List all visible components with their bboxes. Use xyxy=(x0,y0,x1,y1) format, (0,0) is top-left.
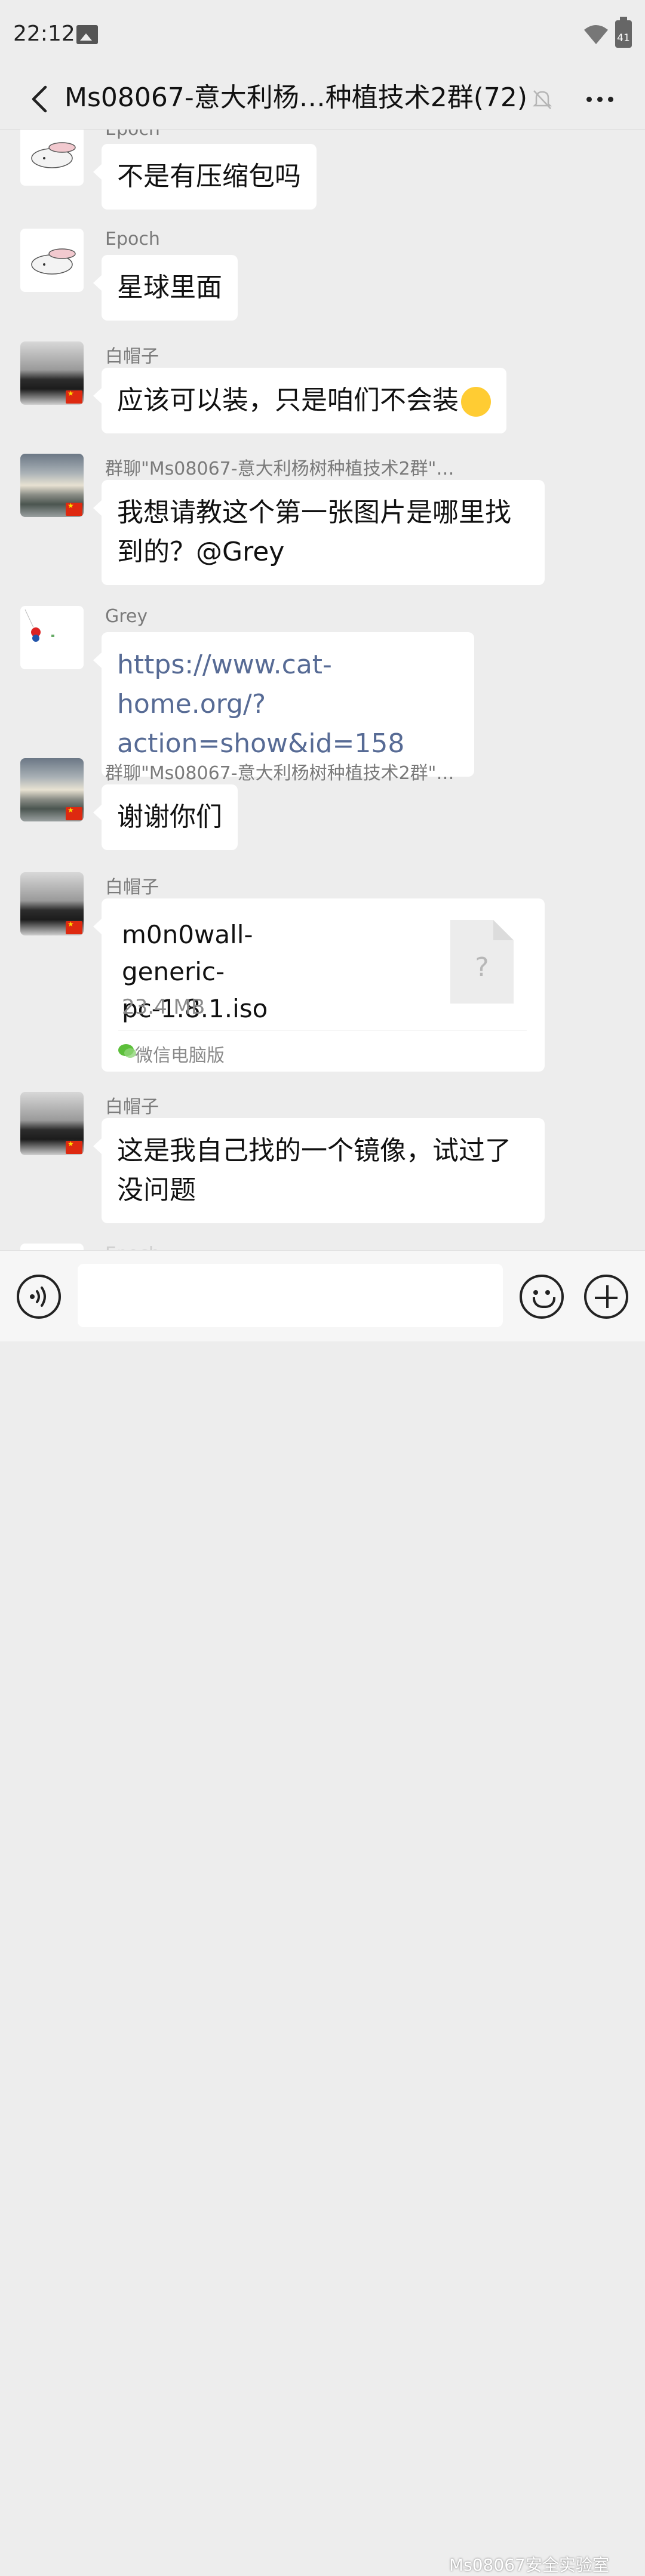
laughing-tears-emoji-icon xyxy=(461,387,491,417)
status-bar: 22:12 41 xyxy=(0,0,645,69)
sender-name: Epoch xyxy=(105,1244,160,1250)
input-bar: Ms08067安全实验室 xyxy=(0,1250,645,2575)
unknown-file-icon: ? xyxy=(450,920,514,1004)
message-text-line: 没问题 xyxy=(117,1175,196,1205)
avatar[interactable] xyxy=(20,606,84,669)
sender-name: Grey xyxy=(105,606,148,627)
message-input[interactable] xyxy=(78,1264,503,1327)
more-icon[interactable] xyxy=(582,85,618,113)
file-source: 微信电脑版 xyxy=(135,1045,225,1066)
chat-header: Ms08067-意大利杨…种植技术2群(72) xyxy=(0,69,645,130)
sender-name: Epoch xyxy=(105,229,160,250)
message-bubble[interactable]: 不是有压缩包吗 xyxy=(93,144,317,210)
status-time: 22:12 xyxy=(13,21,75,46)
battery-icon: 41 xyxy=(615,17,632,48)
avatar[interactable] xyxy=(20,1092,84,1155)
file-card[interactable]: m0n0wall-generic- pc-1.8.1.iso 23.4 MB ?… xyxy=(93,898,545,1072)
avatar[interactable] xyxy=(20,341,84,405)
message-bubble[interactable]: 我想请教这个第一张图片是哪里找 到的？@Grey xyxy=(93,480,545,585)
back-icon[interactable] xyxy=(24,82,57,116)
flag-icon xyxy=(66,501,82,516)
message-text-line: 到的？@Grey xyxy=(117,537,285,567)
avatar[interactable] xyxy=(20,872,84,935)
avatar[interactable] xyxy=(20,1244,84,1250)
message-text: 应该可以装，只是咱们不会装 xyxy=(117,385,459,416)
emoji-icon[interactable] xyxy=(520,1275,564,1319)
wechat-icon xyxy=(118,1044,136,1058)
image-notification-icon xyxy=(76,25,98,44)
avatar[interactable] xyxy=(20,130,84,186)
message-bubble[interactable]: 这是我自己找的一个镜像，试过了 没问题 xyxy=(93,1118,545,1223)
flag-icon xyxy=(66,1140,82,1154)
sender-name: 白帽子 xyxy=(105,346,159,367)
plus-icon[interactable] xyxy=(584,1275,628,1319)
message-text-line: 这是我自己找的一个镜像，试过了 xyxy=(117,1135,511,1166)
sender-name: 群聊"Ms08067-意大利杨树种植技术2群"… xyxy=(105,763,454,784)
voice-icon[interactable] xyxy=(17,1275,61,1319)
sender-name: 白帽子 xyxy=(105,1097,159,1118)
sender-name: Epoch xyxy=(105,130,160,140)
file-name-line: m0n0wall-generic- xyxy=(122,920,253,986)
message-bubble[interactable]: 星球里面 xyxy=(93,255,238,321)
message-text-line: 我想请教这个第一张图片是哪里找 xyxy=(117,497,511,528)
message-list[interactable]: Epoch 不是有压缩包吗 Epoch 星球里面 白帽子 应该可以装，只是咱们不… xyxy=(0,130,645,1250)
question-mark-icon: ? xyxy=(475,952,489,983)
avatar[interactable] xyxy=(20,454,84,517)
message-text: 星球里面 xyxy=(117,272,222,303)
mute-icon xyxy=(532,90,552,109)
message-bubble[interactable]: 应该可以装，只是咱们不会装 xyxy=(93,368,506,433)
flag-icon xyxy=(66,389,82,404)
wifi-icon xyxy=(584,25,608,44)
message-bubble[interactable]: 谢谢你们 xyxy=(93,784,238,850)
flag-icon xyxy=(66,806,82,820)
flag-icon xyxy=(66,920,82,934)
link-text-line[interactable]: https://www.cat-home.org/? xyxy=(117,645,459,724)
sender-name: 群聊"Ms08067-意大利杨树种植技术2群"… xyxy=(105,458,454,479)
avatar[interactable] xyxy=(20,229,84,292)
chat-title: Ms08067-意大利杨…种植技术2群(72) xyxy=(64,82,528,113)
sender-name: 白帽子 xyxy=(105,877,159,898)
watermark: Ms08067安全实验室 xyxy=(449,2555,609,2575)
link-bubble[interactable]: https://www.cat-home.org/? action=show&i… xyxy=(93,632,474,777)
avatar[interactable] xyxy=(20,758,84,821)
message-text: 不是有压缩包吗 xyxy=(117,161,301,192)
message-text: 谢谢你们 xyxy=(117,802,222,832)
file-size: 23.4 MB xyxy=(122,995,205,1019)
